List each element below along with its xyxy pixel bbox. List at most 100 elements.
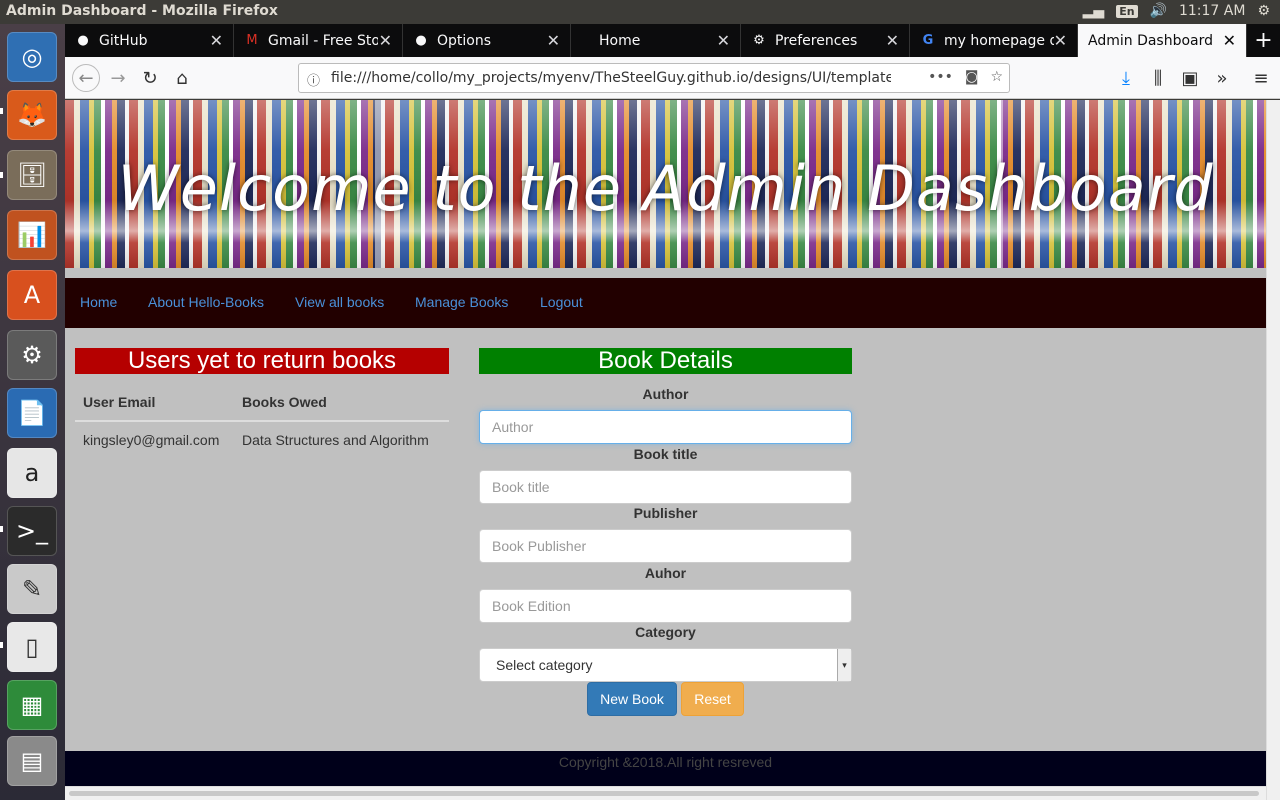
github-icon: ● bbox=[77, 33, 89, 48]
url-text[interactable]: file:///home/collo/my_projects/myenv/The… bbox=[331, 70, 891, 86]
files-icon[interactable]: 🗄 bbox=[7, 150, 57, 200]
horizontal-scrollbar[interactable] bbox=[65, 786, 1266, 800]
running-pip bbox=[0, 108, 3, 114]
tab-label: Gmail - Free Stor bbox=[268, 32, 378, 49]
close-icon[interactable]: ✕ bbox=[717, 31, 730, 50]
tab-label: my homepage d bbox=[944, 32, 1054, 49]
home-icon[interactable]: ⌂ bbox=[168, 64, 196, 92]
back-icon[interactable]: ← bbox=[72, 64, 100, 92]
github-icon: ● bbox=[415, 33, 427, 48]
writer-icon[interactable]: 📄 bbox=[7, 388, 57, 438]
forward-icon[interactable]: → bbox=[104, 64, 132, 92]
menu-about-link[interactable]: About Hello-Books bbox=[148, 294, 264, 310]
reload-icon[interactable]: ↻ bbox=[136, 64, 164, 92]
impress-icon[interactable]: 📊 bbox=[7, 210, 57, 260]
bookmark-star-icon[interactable]: ☆ bbox=[990, 69, 1003, 85]
author-label: Author bbox=[642, 386, 689, 402]
publisher-label: Publisher bbox=[633, 505, 698, 521]
author-input[interactable]: Author bbox=[479, 410, 852, 444]
tab-label: GitHub bbox=[99, 32, 148, 49]
indicators: ▂▄ En 🔊 11:17 AM ⚙ bbox=[1083, 3, 1270, 19]
clock[interactable]: 11:17 AM bbox=[1179, 3, 1245, 19]
close-icon[interactable]: ✕ bbox=[210, 31, 223, 50]
reset-button[interactable]: Reset bbox=[681, 682, 744, 716]
firefox-icon[interactable]: 🦊 bbox=[7, 90, 57, 140]
keyboard-layout-indicator[interactable]: En bbox=[1116, 4, 1138, 18]
power-gear-icon[interactable]: ⚙ bbox=[1257, 3, 1270, 19]
tab-gmail[interactable]: M Gmail - Free Stor ✕ bbox=[234, 24, 403, 57]
cell-email: kingsley0@gmail.com bbox=[83, 432, 220, 448]
menu-view-books-link[interactable]: View all books bbox=[295, 294, 384, 310]
gmail-icon: M bbox=[246, 33, 258, 48]
category-select[interactable]: Select category ▾ bbox=[479, 648, 852, 682]
vertical-scrollbar[interactable] bbox=[1266, 100, 1280, 800]
tab-label: Home bbox=[599, 32, 641, 49]
footer: Copyright &2018.All right resreved bbox=[65, 751, 1266, 786]
pocket-icon[interactable]: ◙ bbox=[965, 69, 979, 85]
category-selected-value: Select category bbox=[496, 657, 593, 673]
library-icon[interactable]: ⫼ bbox=[1144, 64, 1172, 92]
new-book-button[interactable]: New Book bbox=[587, 682, 677, 716]
tab-bar: ● GitHub ✕ M Gmail - Free Stor ✕ ● Optio… bbox=[65, 24, 1280, 57]
amazon-icon[interactable]: a bbox=[7, 448, 57, 498]
close-icon[interactable]: ✕ bbox=[379, 31, 392, 50]
tab-label: Options bbox=[437, 32, 492, 49]
page-actions-icon[interactable]: ••• bbox=[928, 69, 953, 85]
banner-title: Welcome to the Admin Dashboard bbox=[117, 152, 1214, 225]
menu-manage-books-link[interactable]: Manage Books bbox=[415, 294, 508, 310]
column-header-books-owed: Books Owed bbox=[242, 394, 327, 410]
volume-icon[interactable]: 🔊 bbox=[1150, 3, 1167, 19]
tab-admin-dashboard[interactable]: Admin Dashboard ✕ bbox=[1078, 24, 1247, 57]
url-actions: ••• ◙ ☆ bbox=[928, 69, 1003, 85]
new-tab-icon[interactable]: + bbox=[1247, 24, 1280, 57]
table-header-divider bbox=[75, 420, 449, 422]
libreoffice-icon[interactable]: ▯ bbox=[7, 622, 57, 672]
text-editor-icon[interactable]: ✎ bbox=[7, 564, 57, 614]
chevron-down-icon[interactable]: ▾ bbox=[837, 649, 851, 681]
close-icon[interactable]: ✕ bbox=[1223, 31, 1236, 50]
google-icon: G bbox=[922, 33, 934, 48]
info-icon[interactable]: ⓘ bbox=[307, 70, 320, 89]
tab-my-homepage[interactable]: G my homepage d ✕ bbox=[910, 24, 1078, 57]
window-title: Admin Dashboard - Mozilla Firefox bbox=[6, 3, 278, 19]
edition-input[interactable]: Book Edition bbox=[479, 589, 852, 623]
calc-icon[interactable]: ▦ bbox=[7, 680, 57, 730]
software-center-icon[interactable]: A bbox=[7, 270, 57, 320]
scrollbar-thumb[interactable] bbox=[69, 791, 1259, 796]
book-details-title: Book Details bbox=[479, 348, 852, 374]
main-menu: Home About Hello-Books View all books Ma… bbox=[65, 278, 1266, 328]
tab-github[interactable]: ● GitHub ✕ bbox=[65, 24, 234, 57]
close-icon[interactable]: ✕ bbox=[1054, 31, 1067, 50]
sidebar-icon[interactable]: ▣ bbox=[1176, 64, 1204, 92]
ubuntu-dash-icon[interactable]: ◎ bbox=[7, 32, 57, 82]
book-title-input[interactable]: Book title bbox=[479, 470, 852, 504]
menu-home-link[interactable]: Home bbox=[80, 294, 117, 310]
menu-logout-link[interactable]: Logout bbox=[540, 294, 583, 310]
close-icon[interactable]: ✕ bbox=[547, 31, 560, 50]
network-icon[interactable]: ▂▄ bbox=[1083, 3, 1105, 19]
hamburger-menu-icon[interactable]: ≡ bbox=[1247, 64, 1275, 92]
page-content: Welcome to the Admin Dashboard Home Abou… bbox=[65, 100, 1266, 786]
tab-preferences[interactable]: ⚙ Preferences ✕ bbox=[741, 24, 910, 57]
workspaces-icon[interactable]: ▤ bbox=[7, 736, 57, 786]
column-header-email: User Email bbox=[83, 394, 156, 410]
download-icon[interactable]: ⤓ bbox=[1112, 64, 1140, 92]
tab-options[interactable]: ● Options ✕ bbox=[403, 24, 571, 57]
gear-icon: ⚙ bbox=[753, 33, 765, 48]
system-settings-icon[interactable]: ⚙ bbox=[7, 330, 57, 380]
url-bar[interactable]: ⓘ file:///home/collo/my_projects/myenv/T… bbox=[298, 63, 1010, 93]
overflow-chevron-icon[interactable]: » bbox=[1208, 64, 1236, 92]
edition-label: Auhor bbox=[644, 565, 687, 581]
tab-home[interactable]: Home ✕ bbox=[571, 24, 741, 57]
publisher-input[interactable]: Book Publisher bbox=[479, 529, 852, 563]
running-pip bbox=[0, 526, 3, 532]
book-title-label: Book title bbox=[633, 446, 698, 462]
tab-label: Admin Dashboard bbox=[1088, 32, 1214, 49]
cell-books-owed: Data Structures and Algorithm bbox=[242, 432, 429, 448]
nav-bar: ← → ↻ ⌂ ⓘ file:///home/collo/my_projects… bbox=[65, 57, 1280, 99]
terminal-icon[interactable]: >_ bbox=[7, 506, 57, 556]
close-icon[interactable]: ✕ bbox=[886, 31, 899, 50]
category-label: Category bbox=[635, 624, 696, 640]
running-pip bbox=[0, 642, 3, 648]
divider bbox=[65, 268, 1266, 278]
